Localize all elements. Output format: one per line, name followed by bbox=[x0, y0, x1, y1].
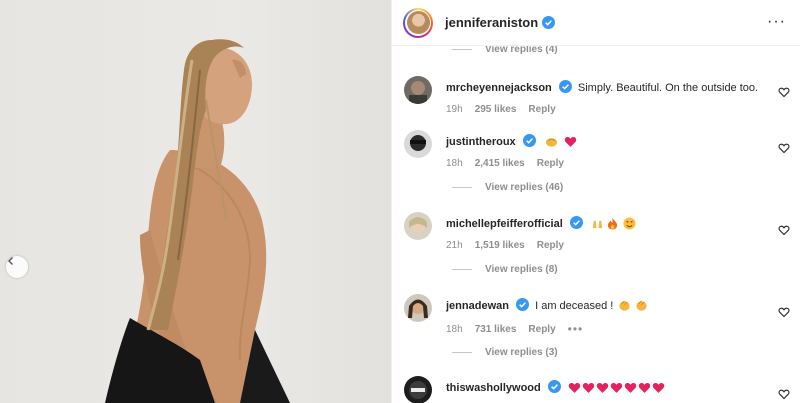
heart-outline-icon[interactable] bbox=[778, 306, 790, 318]
commenter-username[interactable]: justintheroux bbox=[446, 136, 516, 148]
commenter-avatar[interactable] bbox=[404, 212, 432, 240]
reply-button[interactable]: Reply bbox=[528, 324, 555, 335]
heart-emoji-row bbox=[568, 382, 666, 394]
red-heart-emoji-icon bbox=[564, 137, 577, 147]
comment-likes[interactable]: 2,415 likes bbox=[475, 158, 525, 169]
post-header: jenniferaniston ··· bbox=[392, 0, 800, 46]
clap-emoji-icon bbox=[619, 300, 631, 311]
comment-text: I am deceased ! bbox=[535, 300, 614, 312]
comment-item: justintheroux 18h 2,415 likes Reply bbox=[392, 130, 800, 170]
verified-badge-icon bbox=[547, 380, 561, 393]
previous-photo-button[interactable] bbox=[6, 256, 28, 278]
red-heart-emoji-icon bbox=[596, 383, 609, 393]
comment-time: 18h bbox=[446, 323, 463, 335]
commenter-avatar[interactable] bbox=[404, 294, 432, 322]
commenter-avatar[interactable] bbox=[404, 76, 432, 104]
view-replies-label: View replies (46) bbox=[485, 182, 564, 193]
fire-emoji-icon bbox=[607, 218, 618, 230]
commenter-username[interactable]: mrcheyennejackson bbox=[446, 82, 552, 94]
comment-item: jennadewan I am deceased ! 18h 731 likes… bbox=[392, 294, 800, 336]
comments-list[interactable]: View replies (4) mrcheyennejackson Simpl… bbox=[392, 46, 800, 403]
view-replies-label: View replies (8) bbox=[485, 264, 558, 275]
more-options-icon[interactable]: ··· bbox=[767, 14, 786, 30]
reply-button[interactable]: Reply bbox=[528, 104, 555, 115]
verified-badge-icon bbox=[542, 16, 556, 29]
commenter-username[interactable]: jennadewan bbox=[446, 300, 509, 312]
comment-options-icon[interactable]: ••• bbox=[568, 322, 584, 336]
view-replies-link[interactable]: View replies (3) bbox=[392, 347, 800, 358]
verified-badge-icon bbox=[522, 134, 536, 147]
red-heart-emoji-icon bbox=[638, 383, 651, 393]
raising-hands-emoji-icon bbox=[592, 220, 603, 229]
verified-badge-icon bbox=[569, 216, 583, 229]
commenter-username[interactable]: michellepfeifferofficial bbox=[446, 218, 563, 230]
comment-time: 19h bbox=[446, 104, 463, 115]
comment-item: thiswashollywood bbox=[392, 376, 800, 403]
red-heart-emoji-icon bbox=[568, 383, 581, 393]
commenter-avatar[interactable] bbox=[404, 376, 432, 403]
comment-likes[interactable]: 1,519 likes bbox=[475, 240, 525, 251]
verified-badge-icon bbox=[516, 298, 530, 311]
author-avatar[interactable] bbox=[403, 7, 433, 38]
reply-button[interactable]: Reply bbox=[537, 240, 564, 251]
view-replies-link[interactable]: View replies (8) bbox=[392, 264, 800, 275]
red-heart-emoji-icon bbox=[652, 383, 665, 393]
chevron-left-icon bbox=[8, 257, 13, 265]
comment-time: 18h bbox=[446, 158, 463, 169]
heart-outline-icon[interactable] bbox=[778, 224, 790, 236]
view-replies-label: View replies (4) bbox=[485, 46, 558, 55]
heart-outline-icon[interactable] bbox=[778, 86, 790, 98]
author-username[interactable]: jenniferaniston bbox=[445, 15, 538, 30]
red-heart-emoji-icon bbox=[624, 383, 637, 393]
view-replies-link[interactable]: View replies (4) bbox=[392, 46, 800, 55]
reply-button[interactable]: Reply bbox=[537, 158, 564, 169]
view-replies-label: View replies (3) bbox=[485, 347, 558, 358]
view-replies-link[interactable]: View replies (46) bbox=[392, 182, 800, 193]
post-photo-illustration bbox=[105, 39, 290, 403]
comment-item: mrcheyennejackson Simply. Beautiful. On … bbox=[392, 76, 800, 116]
verified-badge-icon bbox=[558, 80, 572, 93]
red-heart-emoji-icon bbox=[582, 383, 595, 393]
heart-outline-icon[interactable] bbox=[778, 142, 790, 154]
heart-eyes-emoji-icon bbox=[623, 217, 636, 230]
comment-time: 21h bbox=[446, 240, 463, 251]
punch-emoji-icon bbox=[545, 138, 557, 147]
heart-outline-icon[interactable] bbox=[778, 388, 790, 400]
commenter-username[interactable]: thiswashollywood bbox=[446, 382, 541, 394]
clap-emoji-icon bbox=[635, 300, 647, 311]
post-photo bbox=[0, 0, 391, 403]
comment-likes[interactable]: 731 likes bbox=[475, 324, 517, 335]
comment-likes[interactable]: 295 likes bbox=[475, 104, 517, 115]
comment-item: michellepfeifferofficial 21h 1,519 likes… bbox=[392, 212, 800, 252]
red-heart-emoji-icon bbox=[610, 383, 623, 393]
commenter-avatar[interactable] bbox=[404, 130, 432, 158]
comment-text: Simply. Beautiful. On the outside too. bbox=[577, 82, 759, 94]
